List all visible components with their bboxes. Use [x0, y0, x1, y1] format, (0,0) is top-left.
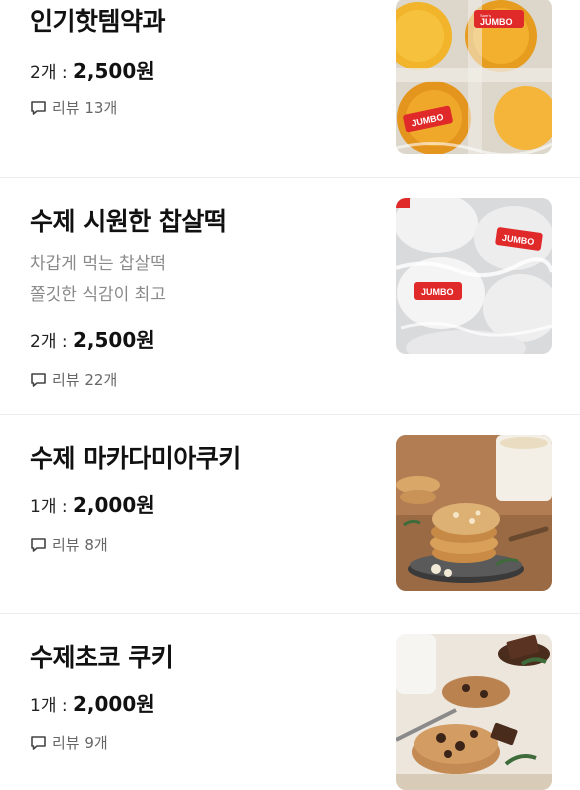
product-price: 1개 : 2,000원	[30, 688, 155, 717]
speech-bubble-icon	[31, 735, 46, 750]
review-label: 리뷰 8개	[52, 536, 108, 554]
product-item[interactable]: 수제 시원한 찹살떡 차갑게 먹는 찹살떡 쫄깃한 식감이 최고 2개 : 2,…	[0, 178, 580, 415]
speech-bubble-icon	[31, 100, 46, 115]
product-price: 2개 : 2,500원	[30, 324, 155, 353]
description-line: 차갑게 먹는 찹살떡	[30, 254, 166, 274]
product-item[interactable]: 인기핫템약과 2개 : 2,500원 리뷰 13개 Sam's JUMBO JU…	[0, 0, 580, 178]
review-label: 리뷰 22개	[52, 371, 118, 389]
review-count[interactable]: 리뷰 22개	[30, 369, 117, 390]
product-title: 수제 시원한 찹살떡	[30, 207, 227, 236]
speech-bubble-icon	[31, 537, 46, 552]
price-quantity: 1개 :	[30, 696, 68, 716]
price-quantity: 2개 :	[30, 63, 68, 83]
review-count[interactable]: 리뷰 13개	[30, 97, 117, 118]
description-line: 쫄깃한 식감이 최고	[30, 285, 166, 305]
review-count[interactable]: 리뷰 8개	[30, 534, 108, 555]
speech-bubble-icon	[31, 372, 46, 387]
product-item[interactable]: 수제 마카다미아쿠키 1개 : 2,000원 리뷰 8개	[0, 415, 580, 614]
product-price: 1개 : 2,000원	[30, 489, 155, 518]
choco-cookie-photo	[396, 634, 552, 790]
product-description: 차갑게 먹는 찹살떡 쫄깃한 식감이 최고	[30, 249, 166, 311]
review-label: 리뷰 9개	[52, 734, 108, 752]
product-image[interactable]	[396, 634, 552, 790]
price-amount: 2,500원	[73, 59, 155, 83]
price-amount: 2,000원	[73, 692, 155, 716]
svg-text:JUMBO: JUMBO	[421, 287, 454, 297]
review-label: 리뷰 13개	[52, 99, 118, 117]
product-list: 인기핫템약과 2개 : 2,500원 리뷰 13개 Sam's JUMBO JU…	[0, 0, 580, 790]
svg-text:JUMBO: JUMBO	[480, 17, 513, 27]
product-image[interactable]: Sam's JUMBO JUMBO	[396, 0, 552, 154]
chapssaltteok-photo: JUMBO JUMBO	[396, 198, 552, 354]
price-amount: 2,500원	[73, 328, 155, 352]
product-title: 수제초코 쿠키	[30, 643, 174, 672]
product-item[interactable]: 수제초코 쿠키 1개 : 2,000원 리뷰 9개	[0, 614, 580, 790]
yakgwa-photo: Sam's JUMBO JUMBO	[396, 0, 552, 154]
product-title: 인기핫템약과	[30, 7, 166, 36]
product-title: 수제 마카다미아쿠키	[30, 444, 241, 473]
macadamia-cookie-photo	[396, 435, 552, 591]
price-quantity: 2개 :	[30, 332, 68, 352]
price-amount: 2,000원	[73, 493, 155, 517]
price-quantity: 1개 :	[30, 497, 68, 517]
review-count[interactable]: 리뷰 9개	[30, 732, 108, 753]
jumbo-label: Sam's JUMBO	[474, 10, 524, 28]
jumbo-label: JUMBO	[414, 282, 462, 300]
product-image[interactable]: JUMBO JUMBO	[396, 198, 552, 354]
product-image[interactable]	[396, 435, 552, 591]
product-price: 2개 : 2,500원	[30, 55, 155, 84]
